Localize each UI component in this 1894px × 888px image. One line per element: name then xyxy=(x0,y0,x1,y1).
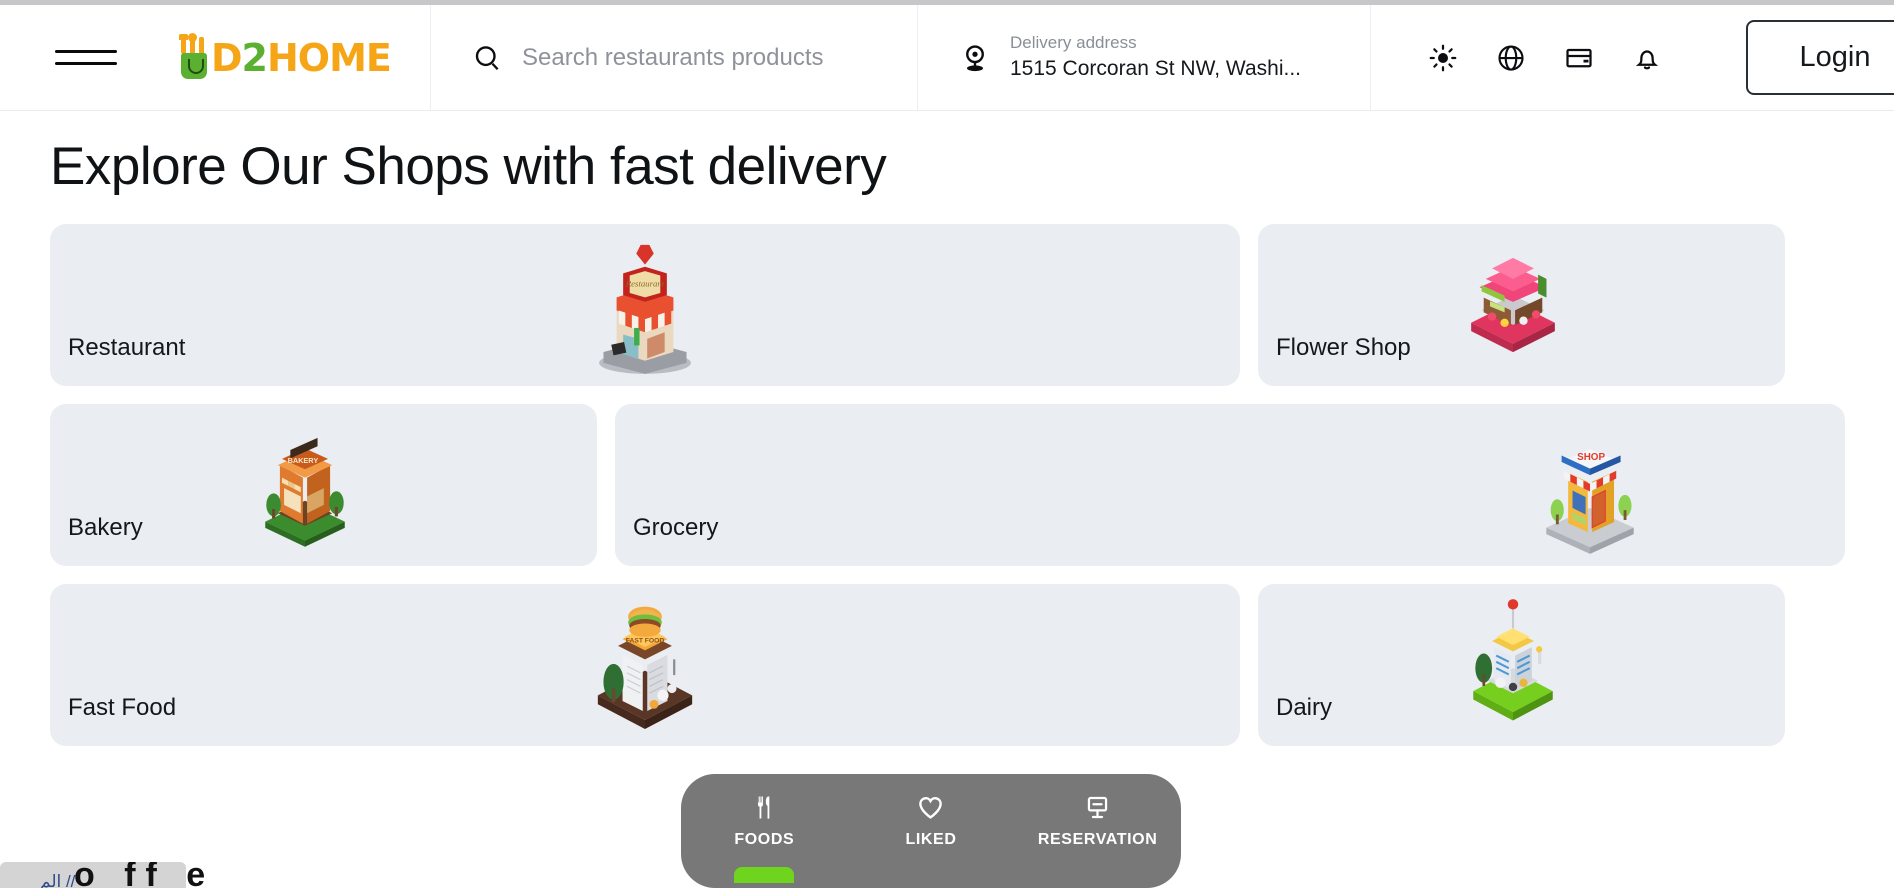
delivery-address-selector[interactable]: Delivery address 1515 Corcoran St NW, Wa… xyxy=(918,5,1371,110)
shop-card-grocery[interactable]: SHOP Grocery xyxy=(615,404,1845,566)
nav-item-foods[interactable]: FOODS xyxy=(694,792,834,883)
logo-text-2: 2 xyxy=(241,35,268,80)
header-actions: Login xyxy=(1371,5,1894,110)
shop-card-label: Dairy xyxy=(1276,693,1333,721)
search-icon xyxy=(472,43,502,73)
corner-widget-glyphs: o ff e xyxy=(74,862,216,888)
notification-bell-icon[interactable] xyxy=(1630,41,1664,75)
page-title: Explore Our Shops with fast delivery xyxy=(50,137,887,196)
svg-text:SHOP: SHOP xyxy=(1577,452,1605,463)
cup-icon xyxy=(181,52,207,79)
fast-food-storefront-art: FAST FOOD xyxy=(570,590,720,740)
wallet-card-icon[interactable] xyxy=(1562,41,1596,75)
hamburger-menu-icon[interactable] xyxy=(55,50,117,65)
shop-card-label: Flower Shop xyxy=(1276,333,1411,361)
shop-card-label: Bakery xyxy=(68,513,143,541)
grocery-shop-storefront-art: SHOP xyxy=(1515,410,1665,560)
fork-knife-icon xyxy=(751,792,778,822)
hamburger-line xyxy=(55,62,117,65)
svg-text:Restaurant: Restaurant xyxy=(625,278,665,288)
login-button[interactable]: Login xyxy=(1746,20,1894,95)
nav-item-label: FOODS xyxy=(734,831,795,848)
reservation-table-sign-icon xyxy=(1084,792,1111,822)
shop-card-bakery[interactable]: BAKERY Bakery xyxy=(50,404,597,566)
restaurant-storefront-art: Restaurant xyxy=(570,230,720,380)
nav-active-indicator xyxy=(734,867,795,883)
nav-item-label: RESERVATION xyxy=(1037,831,1158,848)
nav-item-label: LIKED xyxy=(905,831,957,848)
shop-card-label: Restaurant xyxy=(68,333,186,361)
logo-text-home: HOME xyxy=(267,35,392,80)
address-text-block: Delivery address 1515 Corcoran St NW, Wa… xyxy=(1010,33,1301,83)
flower-shop-storefront-art xyxy=(1438,230,1588,380)
logo-text-d: D xyxy=(211,35,243,80)
shop-card-dairy[interactable]: Dairy xyxy=(1258,584,1785,746)
delivery-address-label: Delivery address xyxy=(1010,32,1137,52)
delivery-address-value: 1515 Corcoran St NW, Washi... xyxy=(1010,57,1301,81)
location-pin-icon xyxy=(960,41,990,75)
spoon-icon xyxy=(188,32,197,54)
header-left-section: D2HOME xyxy=(0,5,431,110)
site-header: D2HOME Delivery address 1515 Corcoran St… xyxy=(0,5,1894,111)
brand-logo[interactable]: D2HOME xyxy=(179,32,392,80)
svg-text:BAKERY: BAKERY xyxy=(288,456,319,465)
dairy-shop-storefront-art xyxy=(1438,590,1588,740)
shop-row: FAST FOOD Fast Food Dairy xyxy=(50,584,1845,746)
shop-category-grid: Restaurant Restaurant Flower Shop BAKERY… xyxy=(50,224,1845,764)
shop-card-fast-food[interactable]: FAST FOOD Fast Food xyxy=(50,584,1240,746)
language-globe-icon[interactable] xyxy=(1494,41,1528,75)
hamburger-line xyxy=(55,50,117,53)
shop-card-flower-shop[interactable]: Flower Shop xyxy=(1258,224,1785,386)
brand-logo-text: D2HOME xyxy=(211,35,392,80)
shop-card-label: Fast Food xyxy=(68,693,177,721)
fork-icon xyxy=(179,33,188,54)
shop-row: Restaurant Restaurant Flower Shop xyxy=(50,224,1845,386)
search-section[interactable] xyxy=(431,5,918,110)
bakery-storefront-art: BAKERY xyxy=(230,410,380,560)
knife-icon xyxy=(199,36,204,54)
nav-item-liked[interactable]: LIKED xyxy=(861,792,1001,849)
bottom-floating-nav: FOODS LIKED RESERVATION xyxy=(681,774,1181,888)
shop-card-restaurant[interactable]: Restaurant Restaurant xyxy=(50,224,1240,386)
main-content: Explore Our Shops with fast delivery Res… xyxy=(0,111,1894,888)
nav-item-reservation[interactable]: RESERVATION xyxy=(1028,792,1168,849)
heart-icon xyxy=(916,792,945,822)
theme-toggle-icon[interactable] xyxy=(1426,41,1460,75)
svg-text:FAST FOOD: FAST FOOD xyxy=(626,638,665,645)
shop-card-label: Grocery xyxy=(633,513,719,541)
shop-row: BAKERY Bakery SHOP Grocery xyxy=(50,404,1845,566)
search-input[interactable] xyxy=(522,43,912,72)
cutlery-cup-logo-icon xyxy=(179,32,209,79)
